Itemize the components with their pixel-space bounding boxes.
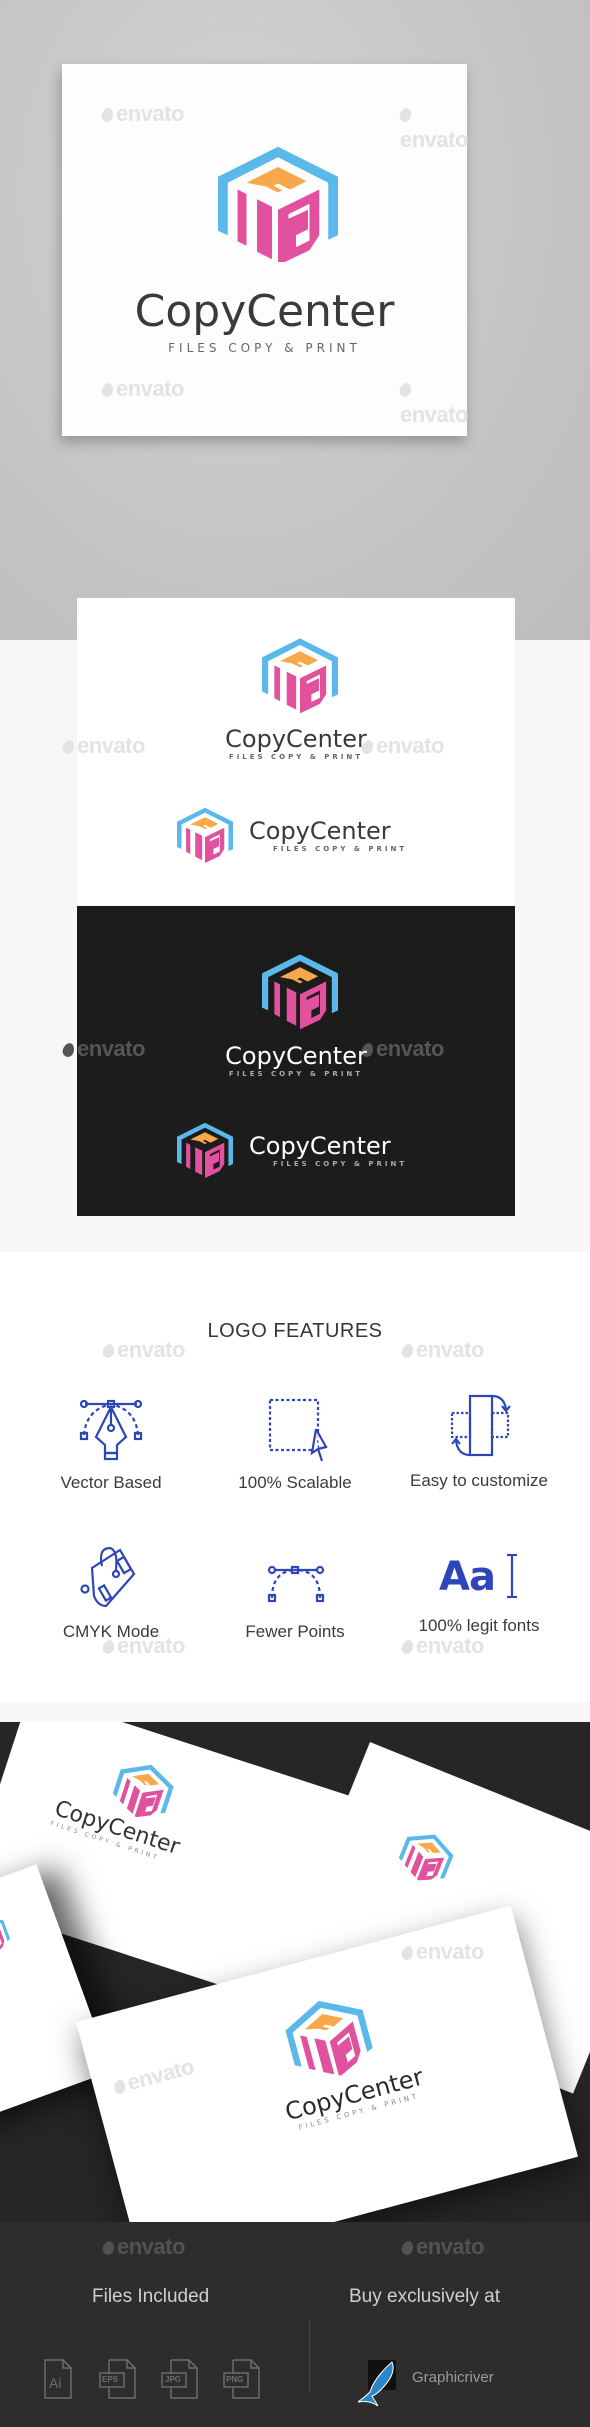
file-ai-icon: Ai — [43, 2359, 73, 2399]
brand-name: CopyCenter — [249, 817, 391, 845]
feature-legit-fonts: Aa 100% legit fonts — [381, 1544, 577, 1636]
envato-drop-icon — [99, 381, 116, 399]
envato-watermark: envato — [99, 101, 184, 127]
dark-variant-panel: envato envato CopyCenter FILES COPY & PR… — [60, 906, 515, 1216]
copycenter-logo-icon — [177, 1120, 233, 1178]
file-png-icon: PNG — [223, 2359, 260, 2399]
file-eps-icon: EPS — [99, 2359, 136, 2399]
footer-divider — [309, 2318, 310, 2394]
envato-drop-icon — [399, 1342, 416, 1360]
envato-watermark: envato — [399, 2234, 484, 2260]
envato-drop-icon — [397, 106, 414, 124]
copycenter-logo-icon — [262, 950, 338, 1030]
business-cards-mockup: CopyCenter FILES COPY & PRINT envato Cop… — [0, 1722, 590, 2222]
font-icon-text: Aa — [439, 1554, 496, 1600]
graphicriver-label: Graphicriver — [412, 2369, 494, 2386]
envato-drop-icon — [60, 738, 77, 756]
graphicriver-fish-icon — [357, 2360, 396, 2407]
font-icon: Aa — [381, 1544, 577, 1610]
brand-name: CopyCenter — [225, 1042, 367, 1070]
pen-tool-icon — [79, 1399, 143, 1461]
flip-customize-icon — [450, 1394, 511, 1457]
graphicriver-link[interactable]: Graphicriver — [356, 2358, 586, 2410]
envato-drop-icon — [60, 1041, 77, 1059]
brand-lockup-horizontal: CopyCenter FILES COPY & PRINT — [249, 817, 407, 853]
envato-drop-icon — [100, 2239, 117, 2257]
brand-name: CopyCenter — [134, 286, 395, 337]
light-variant-panel: envato envato CopyCenter FILES COPY & PR… — [60, 598, 515, 905]
envato-drop-icon — [113, 2079, 126, 2095]
envato-watermark: envato — [111, 2054, 197, 2100]
feature-vector-based: Vector Based — [13, 1395, 209, 1493]
file-jpg-icon: JPG — [161, 2359, 198, 2399]
wall-mockup-section: envato envato envato envato CopyCenter F… — [0, 0, 590, 640]
bezier-curve-icon — [267, 1565, 325, 1603]
features-title: LOGO FEATURES — [207, 1320, 383, 1342]
brand-name: CopyCenter — [249, 1132, 391, 1160]
envato-watermark: envato — [100, 2234, 185, 2260]
text-cursor-icon — [507, 1554, 517, 1598]
copycenter-logo-icon — [0, 1910, 13, 1961]
brand-tagline: FILES COPY & PRINT — [168, 341, 361, 355]
files-included-title: Files Included — [92, 2286, 210, 2307]
envato-drop-icon — [399, 1944, 416, 1962]
brand-name: CopyCenter — [225, 725, 367, 753]
feature-fewer-points: Fewer Points — [197, 1544, 393, 1642]
feature-label: 100% Scalable — [238, 1473, 352, 1492]
envato-watermark: envato — [399, 1633, 484, 1659]
brand-tagline: FILES COPY & PRINT — [228, 753, 364, 761]
paint-bucket-icon — [80, 1546, 136, 1608]
envato-watermark: envato — [100, 1337, 185, 1363]
footer-section: envato envato Files Included Buy exclusi… — [0, 2222, 590, 2427]
envato-drop-icon — [397, 381, 414, 399]
envato-watermark: envato — [99, 376, 184, 402]
feature-scalable: 100% Scalable — [197, 1395, 393, 1493]
copycenter-logo-icon — [218, 144, 338, 262]
brand-tagline: FILES COPY & PRINT — [273, 845, 408, 853]
brand-lockup-stacked: CopyCenter FILES COPY & PRINT — [77, 725, 515, 761]
brand-tagline: FILES COPY & PRINT — [273, 1160, 408, 1168]
feature-customize: Easy to customize — [381, 1393, 577, 1491]
envato-watermark: envato — [399, 1337, 484, 1363]
copycenter-logo-icon — [394, 1824, 459, 1889]
copycenter-logo-icon — [262, 634, 338, 714]
brand-tagline: FILES COPY & PRINT — [228, 1070, 364, 1078]
feature-label: Easy to customize — [410, 1471, 548, 1490]
envato-watermark: envato — [397, 101, 468, 153]
envato-drop-icon — [399, 1638, 416, 1656]
envato-watermark: envato — [397, 376, 468, 428]
buy-exclusively-title: Buy exclusively at — [349, 2286, 501, 2307]
scale-cursor-icon — [268, 1398, 328, 1461]
brand-lockup: CopyCenter FILES COPY & PRINT — [62, 286, 467, 355]
brand-lockup-horizontal-dark: CopyCenter FILES COPY & PRINT — [249, 1132, 407, 1168]
feature-label: Fewer Points — [245, 1622, 345, 1641]
copycenter-logo-icon — [280, 1988, 378, 2086]
envato-drop-icon — [100, 1342, 117, 1360]
envato-drop-icon — [399, 2239, 416, 2257]
envato-drop-icon — [99, 106, 116, 124]
logo-canvas-card: envato envato envato envato CopyCenter F… — [62, 64, 468, 436]
brand-lockup-stacked-dark: CopyCenter FILES COPY & PRINT — [77, 1042, 515, 1078]
copycenter-logo-icon — [177, 805, 233, 863]
feature-label: CMYK Mode — [62, 1622, 160, 1641]
feature-cmyk: CMYK Mode — [13, 1544, 209, 1642]
feature-label: 100% legit fonts — [418, 1616, 540, 1635]
feature-label: Vector Based — [60, 1473, 162, 1492]
envato-watermark: envato — [399, 1939, 484, 1965]
